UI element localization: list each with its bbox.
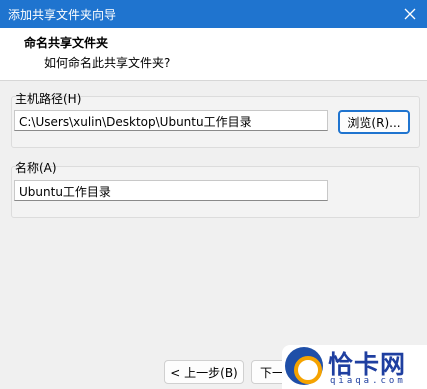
window-title: 添加共享文件夹向导 [8, 8, 117, 22]
watermark: 恰卡网 qiaqa.com [282, 345, 427, 389]
host-path-label: 主机路径(H) [15, 92, 82, 106]
watermark-subtext: qiaqa.com [330, 376, 406, 386]
name-label: 名称(A) [15, 161, 57, 175]
wizard-header: 命名共享文件夹 如何命名此共享文件夹? [0, 28, 427, 80]
name-input[interactable]: Ubuntu工作目录 [14, 180, 328, 201]
header-title: 命名共享文件夹 [24, 36, 109, 50]
watermark-logo-icon [285, 347, 323, 385]
close-icon[interactable] [399, 3, 421, 25]
browse-button[interactable]: 浏览(R)... [338, 110, 410, 134]
header-subtitle: 如何命名此共享文件夹? [44, 56, 171, 70]
title-bar: 添加共享文件夹向导 [0, 0, 427, 28]
back-button[interactable]: < 上一步(B) [164, 360, 244, 384]
host-path-input[interactable]: C:\Users\xulin\Desktop\Ubuntu工作目录 [14, 110, 328, 131]
